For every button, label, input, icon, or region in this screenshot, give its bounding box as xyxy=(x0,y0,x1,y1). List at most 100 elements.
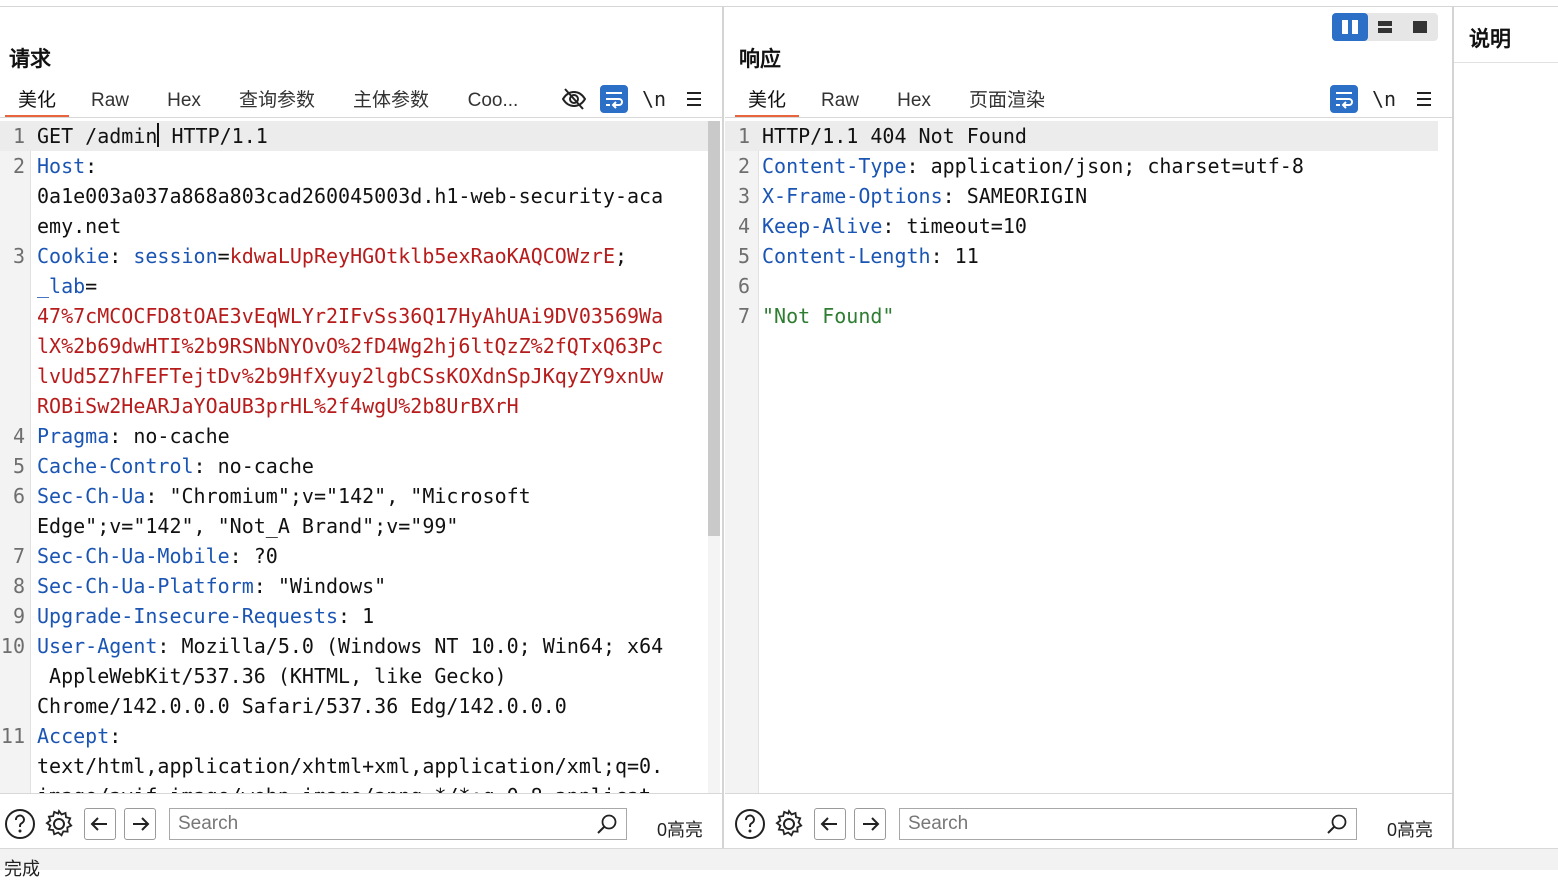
line-text: _lab= xyxy=(37,274,97,298)
request-search-input[interactable] xyxy=(170,809,596,839)
code-line[interactable]: 4 Keep-Alive: timeout=10 xyxy=(725,211,1438,241)
help-icon[interactable] xyxy=(4,808,36,840)
code-line[interactable]: _lab= xyxy=(0,271,708,301)
token: GET /admin xyxy=(37,124,158,148)
response-editor[interactable]: 1 HTTP/1.1 404 Not Found 2 Content-Type: ap… xyxy=(725,121,1438,793)
line-text: Accept: xyxy=(37,724,121,748)
token: ROBiSw2HeARJaYOaUB3prHL%2f4wgU%2b8UrBXrH xyxy=(37,394,519,418)
code-line[interactable]: 0a1e003a037a868a803cad260045003d.h1-web-… xyxy=(0,181,708,211)
code-line[interactable]: 8 Sec-Ch-Ua-Platform: "Windows" xyxy=(0,571,708,601)
code-line[interactable]: Chrome/142.0.0.0 Safari/537.36 Edg/142.0… xyxy=(0,691,708,721)
request-tab-body-params[interactable]: 主体参数 xyxy=(347,83,435,115)
code-line[interactable]: 4 Pragma: no-cache xyxy=(0,421,708,451)
response-tab-hex[interactable]: Hex xyxy=(885,83,943,115)
line-number: 3 xyxy=(737,184,750,208)
code-line[interactable]: 1 HTTP/1.1 404 Not Found xyxy=(725,121,1438,151)
response-tab-raw[interactable]: Raw xyxy=(810,83,870,115)
wrap-lines-icon[interactable] xyxy=(1330,85,1358,113)
side-by-side-icon[interactable] xyxy=(1332,13,1368,41)
request-editor[interactable]: 1 GET /admin HTTP/1.1 2 Host: 0a1e003a037a86… xyxy=(0,121,708,793)
request-tab-pretty[interactable]: 美化 xyxy=(5,83,69,118)
response-tab-render[interactable]: 页面渲染 xyxy=(963,83,1051,115)
code-line[interactable]: 3 X-Frame-Options: SAMEORIGIN xyxy=(725,181,1438,211)
code-line[interactable]: AppleWebKit/537.36 (KHTML, like Gecko) xyxy=(0,661,708,691)
search-next-button[interactable] xyxy=(124,808,156,840)
token: lX%2b69dwHTI%2b9RSNbNYOvO%2fD4Wg2hj6ltQz… xyxy=(37,334,664,358)
code-line[interactable]: lvUd5Z7hFEFTejtDv%2b9HfXyuy2lgbCSsKOXdnS… xyxy=(0,361,708,391)
token: : application/json; charset=utf-8 xyxy=(906,154,1304,178)
search-icon[interactable] xyxy=(596,813,618,835)
code-line[interactable]: 7 "Not Found" xyxy=(725,301,1438,331)
menu-icon[interactable] xyxy=(1410,85,1438,113)
header-name: Cache-Control xyxy=(37,454,194,478)
request-tab-query-params[interactable]: 查询参数 xyxy=(233,83,321,115)
line-text: Pragma: no-cache xyxy=(37,424,230,448)
code-line[interactable]: 9 Upgrade-Insecure-Requests: 1 xyxy=(0,601,708,631)
line-number: 2 xyxy=(737,154,750,178)
code-line[interactable]: image/avif,image/webp,image/apng,*/*;q=0… xyxy=(0,781,708,793)
code-line[interactable]: 3 Cookie: session=kdwaLUpReyHGOtklb5exRao… xyxy=(0,241,708,271)
response-search-input[interactable] xyxy=(900,809,1326,839)
code-line[interactable]: Edge";v="142", "Not_A Brand";v="99" xyxy=(0,511,708,541)
search-next-button[interactable] xyxy=(854,808,886,840)
request-tab-raw[interactable]: Raw xyxy=(80,83,140,115)
request-scrollbar-thumb[interactable] xyxy=(708,121,720,536)
token: HTTP/1.1 404 Not Found xyxy=(762,124,1027,148)
header-name: Upgrade-Insecure-Requests xyxy=(37,604,339,628)
code-line[interactable]: 5 Cache-Control: no-cache xyxy=(0,451,708,481)
response-tab-divider xyxy=(725,117,1452,118)
pane-splitter[interactable] xyxy=(722,7,724,848)
code-line[interactable]: lX%2b69dwHTI%2b9RSNbNYOvO%2fD4Wg2hj6ltQz… xyxy=(0,331,708,361)
code-line[interactable]: 7 Sec-Ch-Ua-Mobile: ?0 xyxy=(0,541,708,571)
token: : xyxy=(85,154,98,178)
code-line[interactable]: text/html,application/xhtml+xml,applicat… xyxy=(0,751,708,781)
code-line[interactable]: 5 Content-Length: 11 xyxy=(725,241,1438,271)
single-pane-icon[interactable] xyxy=(1402,13,1438,41)
search-previous-button[interactable] xyxy=(84,808,116,840)
gear-icon[interactable] xyxy=(43,808,75,840)
token: : "Windows" xyxy=(253,574,387,598)
token: : Mozilla/5.0 (Windows NT 10.0; Win64; x… xyxy=(157,634,664,658)
code-line[interactable]: 11 Accept: xyxy=(0,721,708,751)
code-line[interactable]: 6 xyxy=(725,271,1438,301)
request-tab-hex[interactable]: Hex xyxy=(155,83,213,115)
gear-icon[interactable] xyxy=(773,808,805,840)
line-text: Content-Type: application/json; charset=… xyxy=(762,154,1304,178)
menu-icon[interactable] xyxy=(680,85,708,113)
search-icon[interactable] xyxy=(1326,813,1348,835)
wrap-lines-icon[interactable] xyxy=(600,85,628,113)
search-previous-button[interactable] xyxy=(814,808,846,840)
response-tab-pretty[interactable]: 美化 xyxy=(735,83,799,118)
code-line[interactable]: 10 User-Agent: Mozilla/5.0 (Windows NT 10… xyxy=(0,631,708,661)
token: lvUd5Z7hFEFTejtDv%2b9HfXyuy2lgbCSsKOXdnS… xyxy=(37,364,664,388)
line-text: GET /admin HTTP/1.1 xyxy=(37,123,268,148)
code-line[interactable]: 1 GET /admin HTTP/1.1 xyxy=(0,121,708,151)
request-tab-cookies[interactable]: Coo... xyxy=(461,83,525,115)
eye-slash-icon[interactable] xyxy=(560,85,588,113)
token: : xyxy=(109,244,134,268)
line-text: Host: xyxy=(37,154,97,178)
request-highlight-count: 0高亮 xyxy=(657,820,704,840)
request-search-field[interactable] xyxy=(169,808,627,840)
newline-icon[interactable]: \n xyxy=(640,85,668,113)
stacked-icon[interactable] xyxy=(1367,13,1403,41)
token: ; xyxy=(615,244,628,268)
token: session xyxy=(133,244,218,268)
status-bar: 完成 xyxy=(0,848,1558,879)
line-text: 47%7cMCOCFD8tOAE3vEqWLYr2IFvSs36Q17HyAhU… xyxy=(37,304,663,328)
code-line[interactable]: 47%7cMCOCFD8tOAE3vEqWLYr2IFvSs36Q17HyAhU… xyxy=(0,301,708,331)
code-line[interactable]: 2 Host: xyxy=(0,151,708,181)
code-line[interactable]: emy.net xyxy=(0,211,708,241)
code-line[interactable]: 6 Sec-Ch-Ua: "Chromium";v="142", "Microso… xyxy=(0,481,708,511)
token: : SAMEORIGIN xyxy=(942,184,1088,208)
response-search-field[interactable] xyxy=(899,808,1357,840)
token: 47%7cMCOCFD8tOAE3vEqWLYr2IFvSs36Q17HyAhU… xyxy=(37,304,664,328)
line-number: 11 xyxy=(0,724,25,748)
code-line[interactable]: 2 Content-Type: application/json; charset… xyxy=(725,151,1438,181)
newline-icon[interactable]: \n xyxy=(1370,85,1398,113)
code-line[interactable]: ROBiSw2HeARJaYOaUB3prHL%2f4wgU%2b8UrBXrH xyxy=(0,391,708,421)
token: 0a1e003a037a868a803cad260045003d.h1-web-… xyxy=(37,184,664,208)
help-icon[interactable] xyxy=(734,808,766,840)
inspector-panel: 说明 xyxy=(1454,7,1558,848)
line-text: emy.net xyxy=(37,214,121,238)
